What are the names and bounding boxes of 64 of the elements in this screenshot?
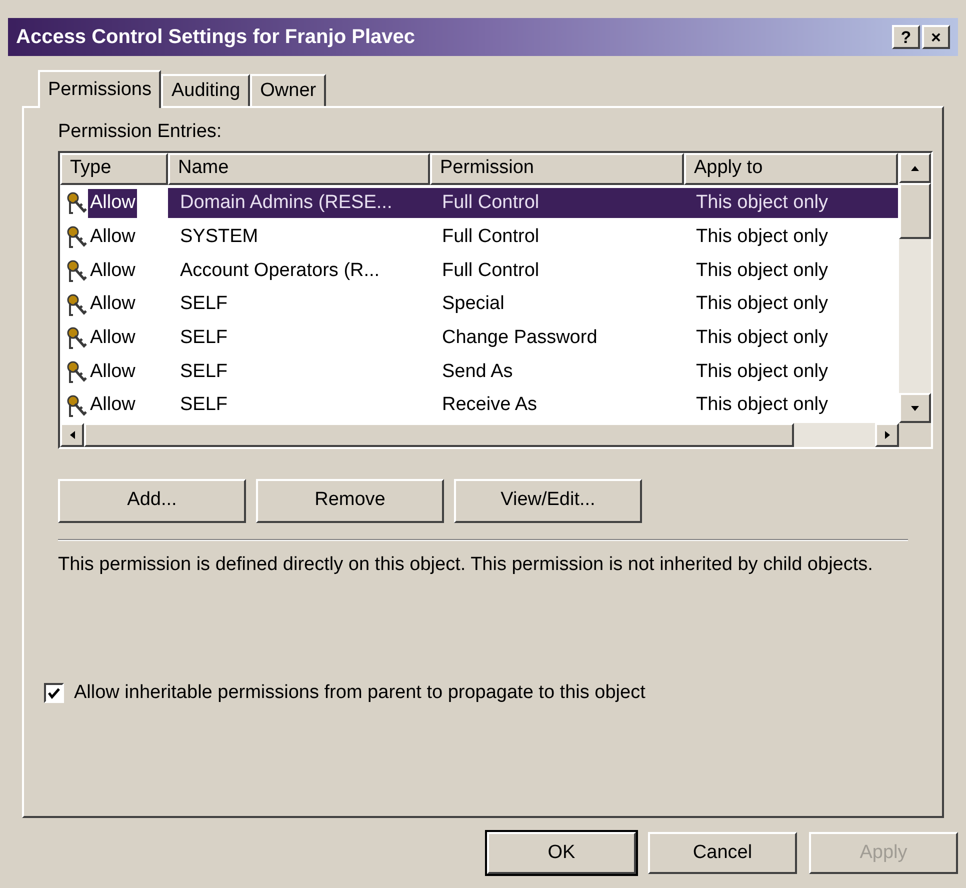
dialog-button[interactable]: Cancel <box>648 832 797 874</box>
table-cell-text: SELF <box>179 326 229 350</box>
column-header[interactable]: Apply to <box>684 152 898 184</box>
table-cell-text: This object only <box>695 292 830 316</box>
dialog-button[interactable]: OK <box>487 832 636 874</box>
table-cell-text: SELF <box>179 292 229 316</box>
table-cell-text: Allow <box>89 393 136 418</box>
table-cell-text: Receive As <box>441 393 538 418</box>
key-icon <box>66 225 88 250</box>
table-cell-text: Full Control <box>441 224 540 249</box>
list-label: Permission Entries: <box>58 120 223 144</box>
close-button[interactable]: × <box>922 25 950 49</box>
tab[interactable]: Auditing <box>161 74 250 106</box>
table-cell: Domain Admins (RESE... <box>168 188 430 218</box>
help-button[interactable]: ? <box>892 25 920 49</box>
tab[interactable]: Owner <box>250 74 326 106</box>
table-cell: Allow <box>88 189 138 218</box>
table-cell-text: SELF <box>179 360 229 384</box>
table-cell-text: Full Control <box>441 258 540 283</box>
column-header[interactable]: Type <box>60 152 168 184</box>
key-icon <box>66 258 88 283</box>
scroll-thumb[interactable] <box>84 422 794 446</box>
horizontal-scrollbar[interactable] <box>60 422 899 446</box>
key-icon <box>66 326 88 350</box>
key-icon <box>66 360 88 384</box>
table-cell-text: SYSTEM <box>179 224 260 249</box>
tab[interactable]: Permissions <box>38 70 162 108</box>
entry-button[interactable]: Remove <box>256 478 444 522</box>
table-cell-text: This object only <box>695 393 830 418</box>
table-cell: Full Control <box>430 188 684 218</box>
scroll-left-button[interactable] <box>60 422 84 446</box>
table-cell-text: Allow <box>89 326 136 350</box>
table-cell: This object only <box>684 188 898 218</box>
table-cell-text: Allow <box>89 258 136 283</box>
table-cell-text: Allow <box>89 292 136 316</box>
table-cell-text: Allow <box>89 360 136 384</box>
table-cell-text: This object only <box>695 258 830 283</box>
scroll-right-button[interactable] <box>875 422 899 446</box>
table-cell-text: This object only <box>695 360 830 384</box>
table-cell-text: This object only <box>695 224 830 249</box>
table-cell-text: Change Password <box>441 326 598 350</box>
scroll-up-button[interactable] <box>899 152 931 182</box>
table-cell-text: Allow <box>89 224 136 249</box>
column-header[interactable]: Name <box>168 152 430 184</box>
scroll-thumb[interactable] <box>899 182 931 238</box>
table-cell-text: Send As <box>441 360 514 384</box>
scrollbar-corner <box>899 422 931 446</box>
key-icon <box>66 292 88 317</box>
scroll-down-button[interactable] <box>899 392 931 422</box>
table-cell-text: SELF <box>179 393 229 418</box>
description-text: This permission is defined directly on this object. This permission is not inherited by child objects. <box>58 552 873 576</box>
vertical-scrollbar[interactable] <box>899 152 931 446</box>
table-cell-text: Special <box>441 292 506 316</box>
window-title: Access Control Settings for Franjo Plavec <box>16 25 415 50</box>
table-cell-text: This object only <box>695 326 830 350</box>
entry-button[interactable]: Add... <box>58 478 246 522</box>
key-icon <box>66 191 88 216</box>
column-header[interactable]: Permission <box>430 152 684 184</box>
checkbox-label[interactable]: Allow inheritable permissions from parent to propagate to this object <box>74 678 646 707</box>
checkbox[interactable] <box>44 682 64 703</box>
table-cell-text: Account Operators (R... <box>179 258 381 283</box>
key-icon <box>66 394 88 418</box>
checkmark-icon <box>47 686 61 700</box>
entry-button[interactable]: View/Edit... <box>454 478 642 522</box>
